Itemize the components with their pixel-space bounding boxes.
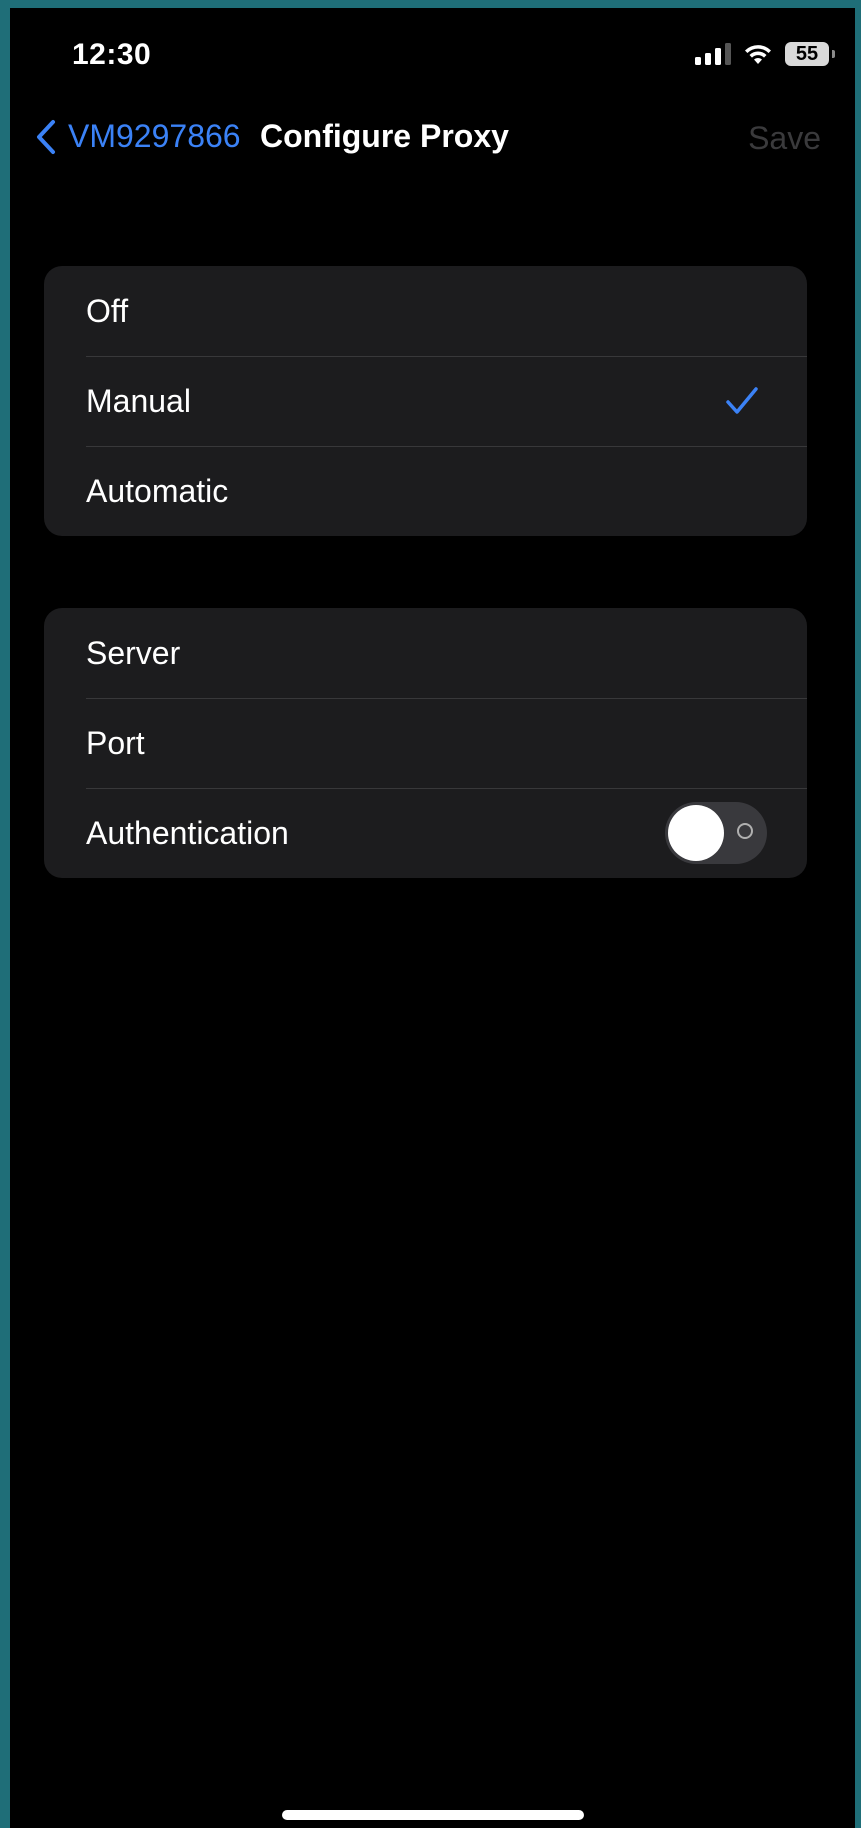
authentication-label: Authentication xyxy=(86,814,289,851)
port-label: Port xyxy=(86,724,145,761)
status-time: 12:30 xyxy=(72,38,152,71)
manual-settings-group: Server Port Authentication xyxy=(44,608,807,878)
option-label: Manual xyxy=(86,382,191,419)
server-label: Server xyxy=(86,634,181,671)
proxy-mode-off[interactable]: Off xyxy=(44,266,807,356)
battery-icon: 55 xyxy=(785,42,835,66)
checkmark-icon xyxy=(726,387,758,414)
cellular-signal-icon xyxy=(695,43,731,65)
authentication-toggle[interactable] xyxy=(665,802,767,864)
toggle-knob xyxy=(668,805,724,861)
proxy-mode-group: Off Manual Automatic xyxy=(44,266,807,536)
status-icons: 55 xyxy=(695,42,835,66)
proxy-mode-automatic[interactable]: Automatic xyxy=(44,446,807,536)
back-label: VM9297866 xyxy=(68,118,241,154)
authentication-row: Authentication xyxy=(44,788,807,878)
chevron-left-icon xyxy=(37,119,55,154)
option-label: Automatic xyxy=(86,472,229,509)
back-button[interactable]: VM9297866 xyxy=(36,118,241,155)
save-button[interactable]: Save xyxy=(748,120,821,157)
battery-level: 55 xyxy=(795,42,819,65)
proxy-mode-manual[interactable]: Manual xyxy=(44,356,807,446)
port-row[interactable]: Port xyxy=(44,698,807,788)
toggle-off-indicator-icon xyxy=(737,823,753,839)
screen: 12:30 55 VM9297866 Configure Proxy Save … xyxy=(10,8,855,1828)
server-row[interactable]: Server xyxy=(44,608,807,698)
option-label: Off xyxy=(86,292,129,329)
page-title: Configure Proxy xyxy=(260,118,509,154)
wifi-icon xyxy=(745,45,771,64)
home-indicator[interactable] xyxy=(282,1810,584,1820)
